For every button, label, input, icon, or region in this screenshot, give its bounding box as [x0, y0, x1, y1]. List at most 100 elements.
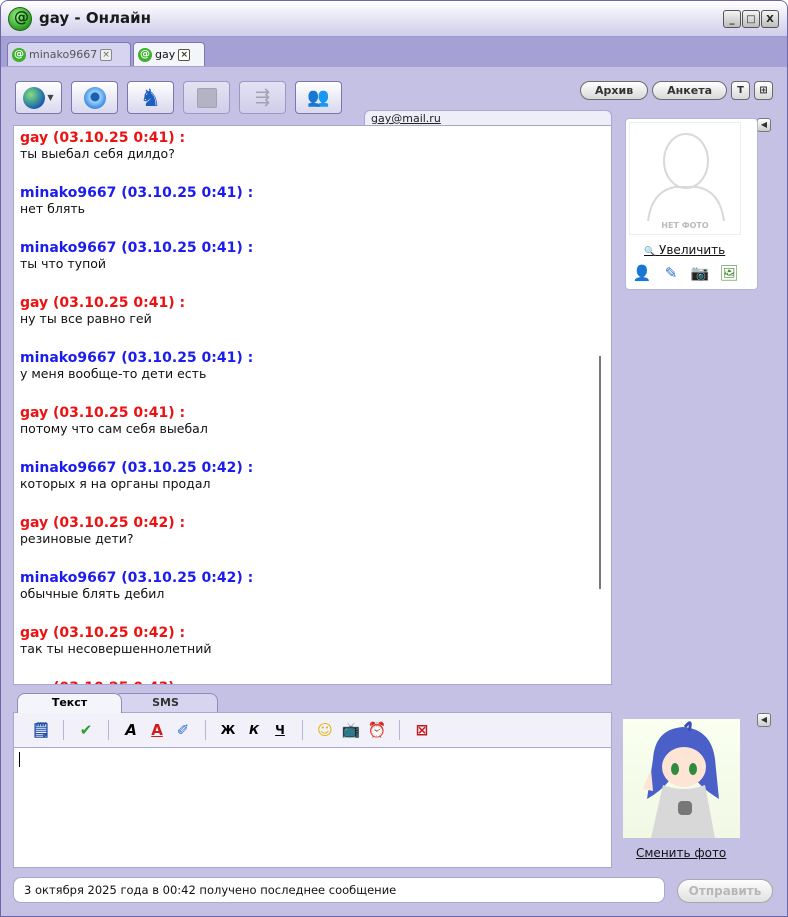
save-button[interactable]: [183, 81, 230, 114]
font-color-icon[interactable]: A: [144, 719, 170, 741]
zoom-label: Увеличить: [659, 243, 726, 257]
message: minako9667 (03.10.25 0:41) : у меня вооб…: [20, 350, 611, 382]
online-status-icon: @: [12, 47, 26, 62]
font-icon[interactable]: A: [118, 719, 144, 741]
own-avatar: [623, 719, 740, 838]
separator: [302, 720, 303, 740]
archive-button[interactable]: Архив: [580, 81, 649, 100]
alarm-clock-icon[interactable]: ⏰: [364, 719, 390, 741]
chat-toolbar: ▼ ♞ ⇶ 👥: [15, 81, 342, 114]
zoom-photo-link[interactable]: 🔍 Увеличить: [644, 243, 725, 257]
tv-icon[interactable]: 📺: [338, 719, 364, 741]
tab-label: gay: [155, 48, 176, 61]
contacts-icon: 👥: [307, 87, 330, 108]
layout-button[interactable]: ⊞: [754, 81, 773, 100]
message-text: ну ты все равно гей: [20, 311, 152, 326]
smiley-icon[interactable]: ☺: [312, 719, 338, 741]
message-header: gay (03.10.25 0:42) :: [20, 515, 186, 531]
underline-icon[interactable]: Ч: [267, 719, 293, 741]
tab-sms[interactable]: SMS: [113, 693, 218, 713]
game-knight-icon: ♞: [139, 83, 162, 112]
message-header: gay (03.10.25 0:41) :: [20, 130, 186, 146]
tab-minako9667[interactable]: @ minako9667 ×: [7, 42, 131, 66]
camera-icon[interactable]: 📷: [690, 264, 710, 282]
change-photo-link[interactable]: Сменить фото: [636, 846, 726, 860]
profile-actions: 👤 ✎ 📷 🖼: [632, 264, 739, 282]
message-text: нет блять: [20, 201, 85, 216]
close-tab-icon[interactable]: ×: [178, 48, 191, 61]
message-header: minako9667 (03.10.25 0:42) :: [20, 570, 254, 586]
message-text: которых я на органы продал: [20, 476, 211, 491]
edit-contact-icon[interactable]: ✎: [661, 264, 681, 282]
separator: [399, 720, 400, 740]
message-input[interactable]: [13, 747, 612, 868]
tab-text[interactable]: Текст: [17, 693, 122, 713]
message-header: minako9667 (03.10.25 0:41) :: [20, 350, 254, 366]
chat-window: gay - Онлайн _ □ X @ minako9667 × @ gay …: [0, 0, 788, 917]
status-bar: 3 октября 2025 года в 00:42 получено пос…: [13, 877, 665, 903]
no-photo-label: НЕТ ФОТО: [661, 221, 709, 230]
bold-icon[interactable]: Ж: [215, 719, 241, 741]
close-tab-icon[interactable]: ×: [100, 48, 113, 61]
chat-scrollbar[interactable]: [599, 356, 601, 589]
message-header: minako9667 (03.10.25 0:41) :: [20, 240, 254, 256]
message-text: обычные блять дебил: [20, 586, 165, 601]
message: gay (03.10.25 0:41) : потому что сам себ…: [20, 405, 611, 437]
webcam-icon: [83, 86, 106, 109]
online-status-icon: @: [138, 47, 152, 62]
message-text: потому что сам себя выебал: [20, 421, 208, 436]
partial-message-header: gay (03.10.25 0:43) :: [20, 680, 185, 684]
message: gay (03.10.25 0:42) : резиновые дети?: [20, 515, 611, 547]
file-transfer-icon: ⇶: [254, 87, 271, 108]
text-style-icon[interactable]: 🗒: [28, 719, 54, 741]
highlight-icon[interactable]: ✐: [170, 719, 196, 741]
window-title: gay - Онлайн: [39, 9, 151, 27]
send-button[interactable]: Отправить: [677, 879, 773, 903]
minimize-button[interactable]: _: [723, 10, 741, 28]
top-right-actions: Архив Анкета T ⊞: [580, 81, 773, 100]
tab-label: minako9667: [29, 48, 98, 61]
message-header: gay (03.10.25 0:41) :: [20, 295, 186, 311]
magnifier-icon: 🔍: [644, 247, 656, 257]
message-text: так ты несовершеннолетний: [20, 641, 212, 656]
mail-agent-logo-icon: [8, 7, 32, 31]
message: gay (03.10.25 0:42) : так ты несовершенн…: [20, 625, 611, 657]
call-menu-button[interactable]: ▼: [15, 81, 62, 114]
font-settings-button[interactable]: T: [731, 81, 750, 100]
format-toolbar: 🗒 ✔ A A ✐ Ж К Ч ☺ 📺 ⏰ ⊠: [13, 712, 612, 747]
collapse-profile-icon[interactable]: ◀: [757, 118, 771, 132]
title-bar: gay - Онлайн _ □ X: [1, 1, 787, 37]
call-menu-icon: [23, 86, 46, 109]
message: minako9667 (03.10.25 0:41) : нет блять: [20, 185, 611, 217]
message: minako9667 (03.10.25 0:42) : обычные бля…: [20, 570, 611, 602]
close-button[interactable]: X: [761, 10, 779, 28]
collapse-avatar-icon[interactable]: ◀: [757, 713, 771, 727]
anime-avatar-image: [643, 721, 719, 838]
italic-icon[interactable]: К: [241, 719, 267, 741]
game-button[interactable]: ♞: [127, 81, 174, 114]
message-text: резиновые дети?: [20, 531, 134, 546]
message: gay (03.10.25 0:41) : ну ты все равно ге…: [20, 295, 611, 327]
chat-history[interactable]: gay (03.10.25 0:41) : ты выебал себя дил…: [13, 125, 612, 685]
profile-button[interactable]: Анкета: [652, 81, 727, 100]
text-caret: [19, 752, 20, 767]
separator: [63, 720, 64, 740]
save-icon: [196, 87, 217, 108]
contact-email[interactable]: gay@mail.ru: [364, 110, 612, 126]
photo-album-icon[interactable]: 🖼: [719, 264, 739, 282]
add-contact-icon[interactable]: 👤: [632, 264, 652, 282]
silhouette-icon: [647, 133, 725, 222]
webcam-button[interactable]: [71, 81, 118, 114]
separator: [205, 720, 206, 740]
message: gay (03.10.25 0:41) : ты выебал себя дил…: [20, 130, 611, 162]
spellcheck-icon[interactable]: ✔: [73, 719, 99, 741]
conversation-tabs: @ minako9667 × @ gay ×: [1, 37, 787, 67]
no-photo-placeholder: НЕТ ФОТО: [629, 122, 741, 235]
clear-icon[interactable]: ⊠: [409, 719, 435, 741]
message-header: gay (03.10.25 0:42) :: [20, 625, 186, 641]
tab-gay[interactable]: @ gay ×: [133, 42, 205, 66]
maximize-button[interactable]: □: [742, 10, 760, 28]
contacts-button[interactable]: 👥: [295, 81, 342, 114]
separator: [108, 720, 109, 740]
file-transfer-button[interactable]: ⇶: [239, 81, 286, 114]
